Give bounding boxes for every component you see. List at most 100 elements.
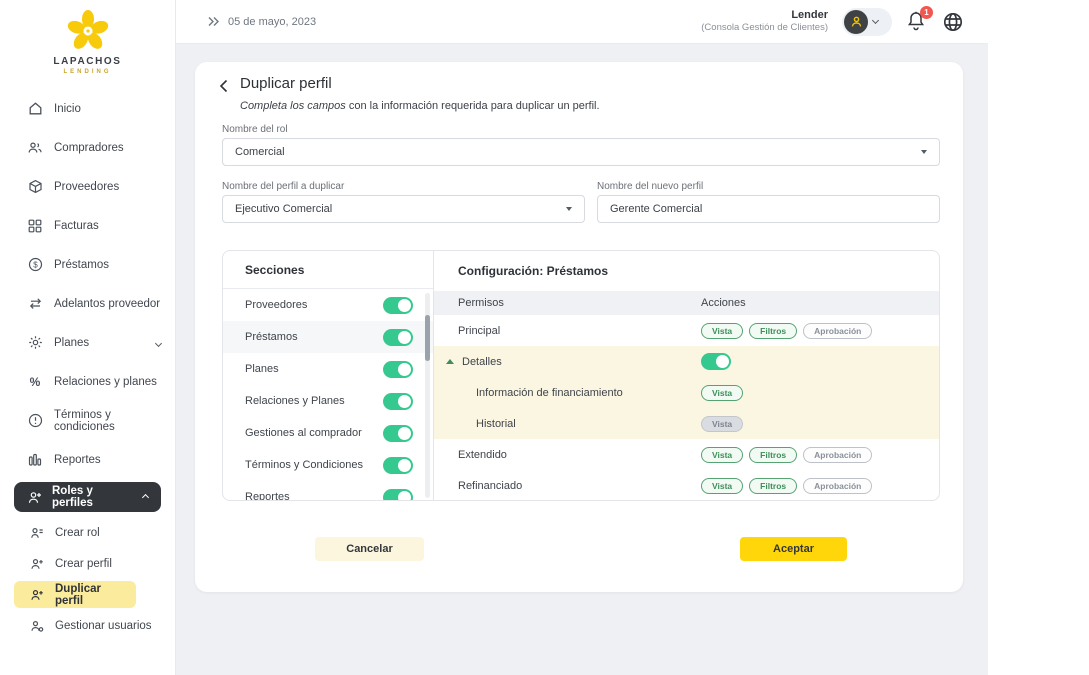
collapse-sidebar-icon[interactable] [207, 16, 220, 27]
sidebar-item-label: Compradores [54, 142, 124, 154]
configuration-panel: Configuración: Préstamos Permisos Accion… [434, 251, 939, 500]
cube-icon [27, 179, 43, 195]
cancel-button[interactable]: Cancelar [315, 537, 424, 561]
pill-filtros[interactable]: Filtros [749, 478, 797, 494]
sidebar-item-adelantos-proveedor[interactable]: Adelantos proveedor [0, 284, 175, 323]
section-toggle-on[interactable] [383, 489, 413, 502]
duplicate-profile-card: Duplicar perfil Completa los campos con … [195, 62, 963, 592]
bar-chart-icon [27, 452, 43, 468]
topbar: 05 de mayo, 2023 Lender (Consola Gestión… [176, 0, 988, 44]
source-profile-select[interactable]: Ejecutivo Comercial [222, 195, 585, 223]
section-row-gestiones-al-comprador[interactable]: Gestiones al comprador [223, 417, 433, 449]
current-date: 05 de mayo, 2023 [228, 16, 316, 28]
section-toggle-on[interactable] [383, 393, 413, 410]
permission-label: Extendido [458, 449, 507, 461]
sidebar-item-planes[interactable]: Planes [0, 323, 175, 362]
sidebar-item-terminos-y-condiciones[interactable]: Términos y condiciones [0, 401, 175, 440]
permission-row-principal: Principal Vista Filtros Aprobación [434, 315, 939, 346]
collapse-row-icon[interactable] [446, 359, 454, 364]
section-toggle-on[interactable] [383, 425, 413, 442]
pill-vista[interactable]: Vista [701, 323, 743, 339]
user-name: Lender [701, 9, 828, 23]
sidebar-item-label: Préstamos [54, 259, 109, 271]
sections-scrollbar-thumb[interactable] [425, 315, 430, 361]
sidebar-item-label: Inicio [54, 103, 81, 115]
permission-row-extendido: Extendido Vista Filtros Aprobación [434, 439, 939, 470]
new-profile-input[interactable] [610, 203, 927, 215]
section-label: Gestiones al comprador [245, 427, 362, 439]
sidebar-item-prestamos[interactable]: $ Préstamos [0, 245, 175, 284]
page-title: Duplicar perfil [240, 75, 332, 92]
section-row-prestamos[interactable]: Préstamos [223, 321, 433, 353]
section-row-planes[interactable]: Planes [223, 353, 433, 385]
permission-row-detalles: Detalles [434, 346, 939, 377]
section-label: Proveedores [245, 299, 307, 311]
role-name-select[interactable]: Comercial [222, 138, 940, 166]
home-icon [27, 101, 43, 117]
sidebar-subitem-crear-perfil[interactable]: Crear perfil [0, 548, 175, 579]
dollar-circle-icon: $ [27, 257, 43, 273]
sidebar-item-label: Proveedores [54, 181, 119, 193]
sidebar-nav: Inicio Compradores Proveedores Facturas … [0, 89, 175, 641]
permission-row-informacion-de-financiamiento: Información de financiamiento Vista [434, 377, 939, 408]
back-button[interactable] [219, 78, 233, 94]
select-caret-icon [921, 150, 927, 154]
user-info: Lender (Consola Gestión de Clientes) [701, 9, 828, 35]
user-subtitle: (Consola Gestión de Clientes) [701, 22, 828, 34]
section-row-terminos-y-condiciones[interactable]: Términos y Condiciones [223, 449, 433, 481]
sidebar-item-inicio[interactable]: Inicio [0, 89, 175, 128]
sidebar-subitem-label: Gestionar usuarios [55, 620, 152, 632]
pill-vista[interactable]: Vista [701, 416, 743, 432]
section-toggle-on[interactable] [383, 457, 413, 474]
source-profile-value: Ejecutivo Comercial [235, 203, 332, 215]
section-label: Reportes [245, 491, 290, 501]
language-globe-button[interactable] [942, 11, 964, 33]
pill-filtros[interactable]: Filtros [749, 447, 797, 463]
sidebar-item-roles-y-perfiles[interactable]: Roles y perfiles [14, 482, 161, 512]
sidebar-subitem-duplicar-perfil[interactable]: Duplicar perfil [14, 581, 136, 608]
pill-aprobacion[interactable]: Aprobación [803, 447, 872, 463]
section-row-reportes[interactable]: Reportes [223, 481, 433, 501]
sections-panel-title: Secciones [223, 251, 433, 289]
sidebar-subitem-label: Crear perfil [55, 558, 112, 570]
sidebar-subitem-gestionar-usuarios[interactable]: Gestionar usuarios [0, 610, 175, 641]
section-toggle-on[interactable] [383, 361, 413, 378]
pill-vista[interactable]: Vista [701, 447, 743, 463]
permission-row-historial: Historial Vista [434, 408, 939, 439]
sidebar-item-relaciones-y-planes[interactable]: % Relaciones y planes [0, 362, 175, 401]
permission-label: Información de financiamiento [476, 387, 623, 399]
pill-aprobacion[interactable]: Aprobación [803, 323, 872, 339]
brand-logo: LAPACHOS LENDING [0, 0, 175, 75]
detalles-toggle-on[interactable] [701, 353, 731, 370]
sidebar-subitem-crear-rol[interactable]: Crear rol [0, 517, 175, 548]
sidebar-item-label: Facturas [54, 220, 99, 232]
sidebar-item-facturas[interactable]: Facturas [0, 206, 175, 245]
user-menu-button[interactable] [842, 8, 892, 36]
user-plus-icon [30, 588, 44, 602]
sidebar-item-reportes[interactable]: Reportes [0, 440, 175, 479]
page-subtitle: Completa los campos con la información r… [240, 100, 600, 112]
sections-list: Proveedores Préstamos Planes Relaciones … [223, 289, 433, 501]
percent-icon: % [27, 374, 43, 390]
notifications-button[interactable]: 1 [906, 10, 928, 34]
section-toggle-on[interactable] [383, 329, 413, 346]
role-name-label: Nombre del rol [222, 124, 288, 135]
sidebar-item-label: Relaciones y planes [54, 376, 157, 388]
sidebar-item-proveedores[interactable]: Proveedores [0, 167, 175, 206]
pill-vista[interactable]: Vista [701, 385, 743, 401]
section-row-relaciones-y-planes[interactable]: Relaciones y Planes [223, 385, 433, 417]
chevron-down-icon [156, 337, 161, 349]
chevron-down-icon [872, 16, 879, 23]
brand-name: LAPACHOS [53, 56, 121, 67]
flower-logo-icon [65, 8, 111, 54]
section-label: Relaciones y Planes [245, 395, 345, 407]
sidebar-subitem-label: Crear rol [55, 527, 100, 539]
pill-aprobacion[interactable]: Aprobación [803, 478, 872, 494]
pill-vista[interactable]: Vista [701, 478, 743, 494]
sidebar-item-compradores[interactable]: Compradores [0, 128, 175, 167]
pill-filtros[interactable]: Filtros [749, 323, 797, 339]
new-profile-field [597, 195, 940, 223]
section-toggle-on[interactable] [383, 297, 413, 314]
accept-button[interactable]: Aceptar [740, 537, 847, 561]
section-row-proveedores[interactable]: Proveedores [223, 289, 433, 321]
